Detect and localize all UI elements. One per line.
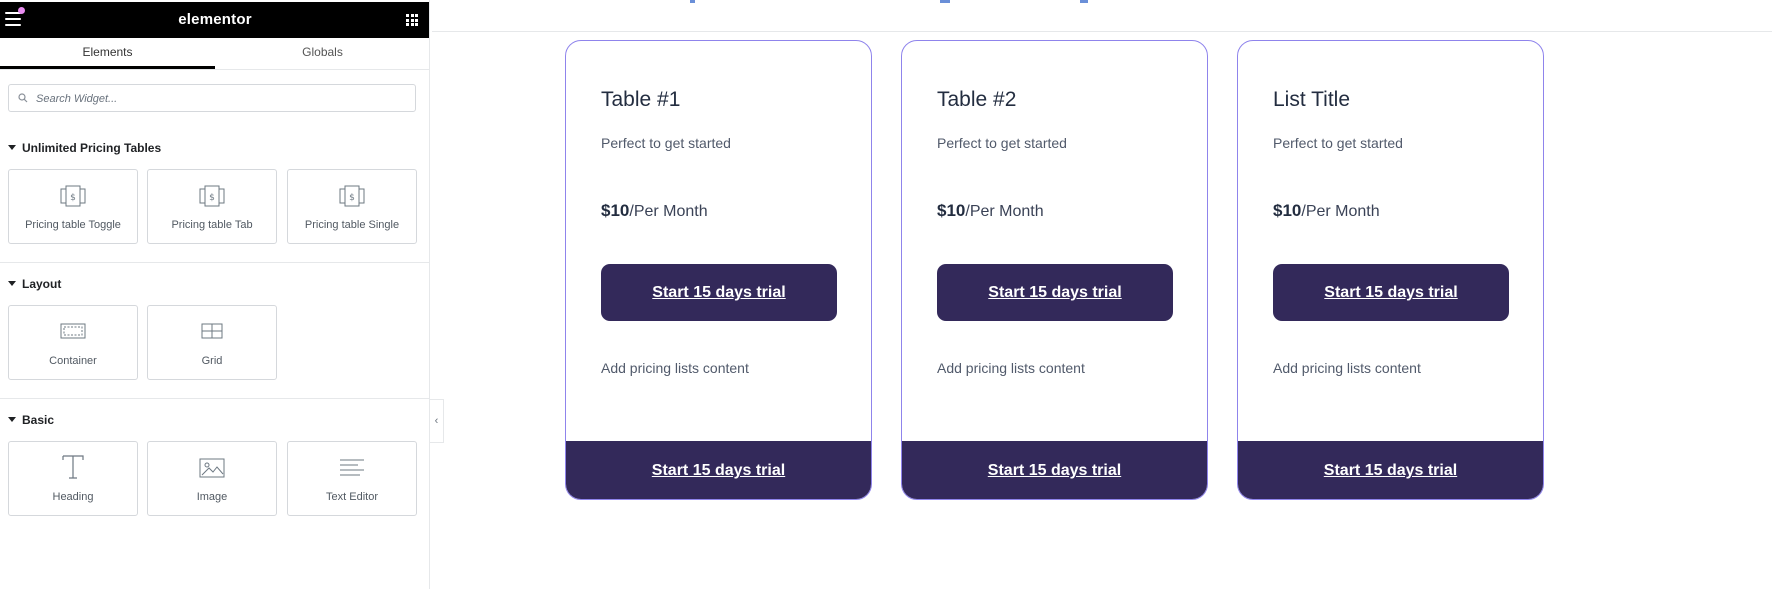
category-layout[interactable]: Layout xyxy=(8,277,61,291)
caret-down-icon xyxy=(8,417,16,423)
category-divider xyxy=(0,398,429,399)
widget-image[interactable]: Image xyxy=(147,441,277,516)
start-trial-button[interactable]: Start 15 days trial xyxy=(601,264,837,321)
elementor-logo: elementor xyxy=(178,11,252,28)
cropped-link-fragment xyxy=(1080,0,1088,3)
price-period: /Per Month xyxy=(1301,203,1380,220)
footer-start-trial-button[interactable]: Start 15 days trial xyxy=(902,441,1207,499)
price-amount: $10 xyxy=(937,201,966,220)
card-title: Table #1 xyxy=(601,88,681,111)
pricing-lists-content: Add pricing lists content xyxy=(1273,360,1421,376)
widget-pricing-table-toggle[interactable]: $ Pricing table Toggle xyxy=(8,169,138,244)
category-label: Unlimited Pricing Tables xyxy=(22,141,162,155)
canvas-top-section xyxy=(432,0,1772,32)
widget-label: Grid xyxy=(201,355,223,367)
editor-header: elementor xyxy=(0,2,429,38)
caret-down-icon xyxy=(8,145,16,151)
widget-label: Text Editor xyxy=(326,491,378,503)
tab-globals[interactable]: Globals xyxy=(215,38,429,69)
card-price: $10/Per Month xyxy=(1273,201,1380,221)
card-subtitle: Perfect to get started xyxy=(937,135,1067,151)
card-price: $10/Per Month xyxy=(601,201,708,221)
tab-elements[interactable]: Elements xyxy=(0,38,215,69)
pricing-lists-content: Add pricing lists content xyxy=(937,360,1085,376)
grid-icon xyxy=(148,321,276,343)
pricing-table-icon: $ xyxy=(288,185,416,207)
editor-panel: elementor Elements Globals Unlimited Pri… xyxy=(0,0,430,589)
apps-grid-icon[interactable] xyxy=(406,14,418,26)
price-period: /Per Month xyxy=(965,203,1044,220)
footer-start-trial-button[interactable]: Start 15 days trial xyxy=(1238,441,1543,499)
price-amount: $10 xyxy=(601,201,630,220)
widget-grid[interactable]: Grid xyxy=(147,305,277,380)
pricing-lists-content: Add pricing lists content xyxy=(601,360,749,376)
widget-label: Pricing table Single xyxy=(304,219,400,231)
pricing-card[interactable]: List Title Perfect to get started $10/Pe… xyxy=(1237,40,1544,500)
widget-label: Pricing table Toggle xyxy=(25,219,121,231)
category-unlimited-pricing-tables[interactable]: Unlimited Pricing Tables xyxy=(8,141,161,155)
category-label: Basic xyxy=(22,413,55,427)
pricing-table-icon: $ xyxy=(9,185,137,207)
caret-down-icon xyxy=(8,281,16,287)
category-divider xyxy=(0,262,429,263)
image-icon xyxy=(148,457,276,479)
category-label: Layout xyxy=(22,277,62,291)
widget-heading[interactable]: Heading xyxy=(8,441,138,516)
svg-text:$: $ xyxy=(349,193,355,203)
container-icon xyxy=(9,321,137,343)
start-trial-button[interactable]: Start 15 days trial xyxy=(937,264,1173,321)
widget-label: Image xyxy=(196,491,228,503)
search-icon xyxy=(18,93,28,103)
price-period: /Per Month xyxy=(629,203,708,220)
card-title: List Title xyxy=(1273,88,1351,111)
text-editor-icon xyxy=(288,457,416,479)
price-amount: $10 xyxy=(1273,201,1302,220)
cropped-link-fragment xyxy=(940,0,950,3)
widget-pricing-table-single[interactable]: $ Pricing table Single xyxy=(287,169,417,244)
start-trial-button[interactable]: Start 15 days trial xyxy=(1273,264,1509,321)
category-basic[interactable]: Basic xyxy=(8,413,54,427)
pricing-card[interactable]: Table #1 Perfect to get started $10/Per … xyxy=(565,40,872,500)
widget-pricing-table-tab[interactable]: $ Pricing table Tab xyxy=(147,169,277,244)
pricing-table-icon: $ xyxy=(148,185,276,207)
footer-start-trial-button[interactable]: Start 15 days trial xyxy=(566,441,871,499)
heading-icon xyxy=(9,454,137,479)
panel-tabs: Elements Globals xyxy=(0,38,429,70)
cropped-link-fragment xyxy=(690,0,695,3)
widget-label: Pricing table Tab xyxy=(171,219,253,231)
card-price: $10/Per Month xyxy=(937,201,1044,221)
widget-label: Container xyxy=(49,355,97,367)
svg-text:$: $ xyxy=(209,193,215,203)
svg-text:$: $ xyxy=(70,193,76,203)
card-subtitle: Perfect to get started xyxy=(601,135,731,151)
card-subtitle: Perfect to get started xyxy=(1273,135,1403,151)
widget-container[interactable]: Container xyxy=(8,305,138,380)
pricing-card[interactable]: Table #2 Perfect to get started $10/Per … xyxy=(901,40,1208,500)
widget-label: Heading xyxy=(52,491,94,503)
search-box xyxy=(8,84,416,112)
card-title: Table #2 xyxy=(937,88,1017,111)
collapse-panel-icon[interactable]: ‹ xyxy=(430,399,444,443)
widget-text-editor[interactable]: Text Editor xyxy=(287,441,417,516)
search-widget-input[interactable] xyxy=(34,89,408,109)
